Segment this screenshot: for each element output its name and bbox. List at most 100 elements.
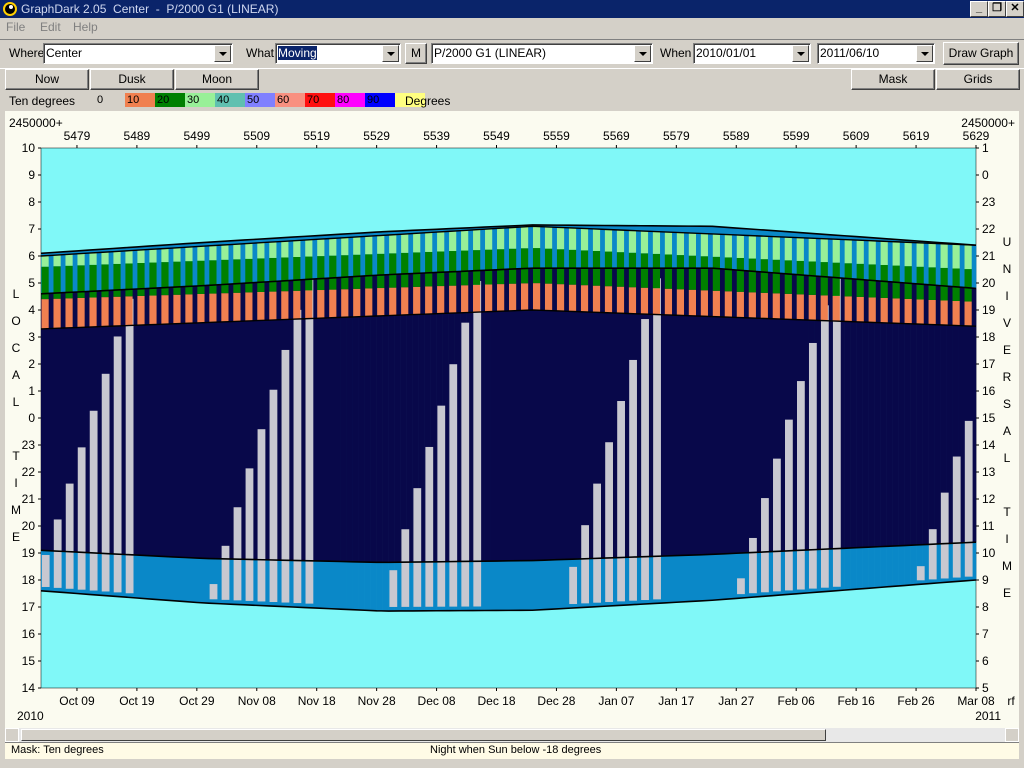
altitude-band-20 [640, 253, 649, 288]
altitude-band-10 [748, 292, 756, 318]
date-tick-label: Nov 18 [298, 694, 336, 708]
right-axis-letter: E [1003, 586, 1011, 600]
altitude-band-20 [748, 258, 756, 293]
altitude-band-20 [952, 268, 960, 302]
dusk-button[interactable]: Dusk [90, 69, 174, 90]
twilight-evening [142, 555, 150, 599]
altitude-band-10 [652, 288, 661, 315]
altitude-band-20 [449, 251, 457, 286]
altitude-band-10 [41, 299, 49, 329]
altitude-band-10 [688, 289, 696, 316]
altitude-band-20 [544, 248, 553, 284]
twilight-evening [904, 545, 911, 586]
m-button[interactable]: M [405, 43, 427, 64]
night-region [41, 293, 48, 551]
altitude-band-10 [209, 293, 217, 323]
legend-unit: Degrees [405, 94, 451, 108]
night-region [496, 269, 503, 561]
grids-button[interactable]: Grids [936, 69, 1020, 90]
altitude-band-10 [449, 285, 457, 314]
horizontal-scrollbar[interactable] [5, 728, 1019, 742]
altitude-band-30 [425, 232, 433, 252]
restore-button[interactable]: ❐ [988, 1, 1006, 17]
right-axis-letter: S [1003, 397, 1011, 411]
altitude-band-30 [628, 230, 637, 253]
altitude-band-20 [820, 262, 828, 296]
now-button[interactable]: Now [5, 69, 89, 90]
night-region [190, 286, 198, 558]
title-bar: GraphDark 2.05 Center - P/2000 G1 (LINEA… [0, 0, 1024, 18]
altitude-band-30 [161, 248, 169, 263]
twilight-evening [538, 560, 545, 610]
menu-file[interactable]: File [6, 20, 25, 34]
where-select[interactable]: Center [43, 43, 233, 64]
close-button[interactable]: ✕ [1006, 1, 1024, 17]
menu-help[interactable]: Help [73, 20, 98, 34]
night-region [544, 268, 551, 561]
moonlight-bar [569, 566, 578, 605]
mask-button[interactable]: Mask [851, 69, 935, 90]
chevron-down-icon[interactable] [634, 45, 651, 62]
altitude-band-20 [149, 262, 157, 296]
altitude-band-20 [341, 255, 349, 290]
altitude-band-10 [305, 290, 313, 319]
window-title: GraphDark 2.05 Center - P/2000 G1 (LINEA… [21, 2, 279, 16]
altitude-band-30 [664, 232, 673, 255]
moonlight-bar [89, 410, 98, 591]
legend-swatch: 0 [95, 93, 125, 107]
altitude-band-20 [652, 253, 661, 289]
twilight-evening [664, 555, 671, 603]
left-axis-letter: C [12, 341, 21, 355]
legend-title: Ten degrees [9, 94, 76, 108]
left-tick-label: 19 [22, 546, 36, 560]
object-select[interactable]: P/2000 G1 (LINEAR) [431, 43, 653, 64]
left-tick-label: 17 [22, 600, 36, 614]
twilight-evening [166, 556, 174, 601]
altitude-band-10 [221, 293, 229, 322]
altitude-band-30 [832, 239, 840, 263]
altitude-band-10 [125, 296, 133, 326]
moonlight-bar [269, 389, 278, 603]
chevron-down-icon[interactable] [214, 45, 231, 62]
what-select[interactable]: Moving [275, 43, 401, 64]
scroll-thumb[interactable] [21, 729, 826, 741]
legend-swatch: 90 [365, 93, 395, 107]
altitude-band-10 [425, 286, 433, 315]
when-label: When [660, 46, 692, 60]
altitude-band-10 [401, 287, 409, 315]
twilight-evening [496, 560, 503, 611]
chevron-down-icon[interactable] [916, 45, 933, 62]
menu-edit[interactable]: Edit [40, 20, 61, 34]
right-tick-label: 6 [982, 654, 989, 668]
twilight-evening [172, 557, 180, 601]
twilight-evening [676, 555, 683, 603]
altitude-band-10 [53, 298, 61, 329]
chevron-down-icon[interactable] [792, 45, 809, 62]
night-region [208, 285, 216, 559]
jd-tick-label: 5549 [483, 129, 510, 143]
left-tick-label: 8 [28, 195, 35, 209]
moonlight-bar [629, 359, 637, 601]
legend-swatch: 20 [155, 93, 185, 107]
scroll-left-arrow-icon[interactable] [5, 728, 19, 742]
night-region [148, 288, 156, 556]
altitude-band-10 [676, 289, 685, 316]
altitude-band-20 [257, 258, 265, 292]
altitude-band-30 [365, 236, 373, 255]
minimize-button[interactable]: _ [970, 1, 988, 17]
right-axis-letter: I [1005, 532, 1008, 546]
scroll-right-arrow-icon[interactable] [1005, 728, 1019, 742]
left-axis-letter: I [14, 476, 17, 490]
moon-button[interactable]: Moon [175, 69, 259, 90]
start-date-select[interactable]: 2010/01/01 [693, 43, 811, 64]
visibility-chart: 1098765432102322212019181716151410232221… [9, 116, 1015, 723]
chevron-down-icon[interactable] [382, 45, 399, 62]
draw-graph-button[interactable]: Draw Graph [943, 42, 1019, 65]
right-tick-label: 14 [982, 438, 996, 452]
end-date-select[interactable]: 2011/06/10 [817, 43, 935, 64]
toolbar: Where Center What Moving M P/2000 G1 (LI… [0, 39, 1024, 69]
jd-tick-label: 5599 [783, 129, 810, 143]
altitude-band-30 [209, 245, 217, 261]
altitude-band-10 [568, 284, 577, 312]
altitude-band-30 [101, 252, 109, 265]
